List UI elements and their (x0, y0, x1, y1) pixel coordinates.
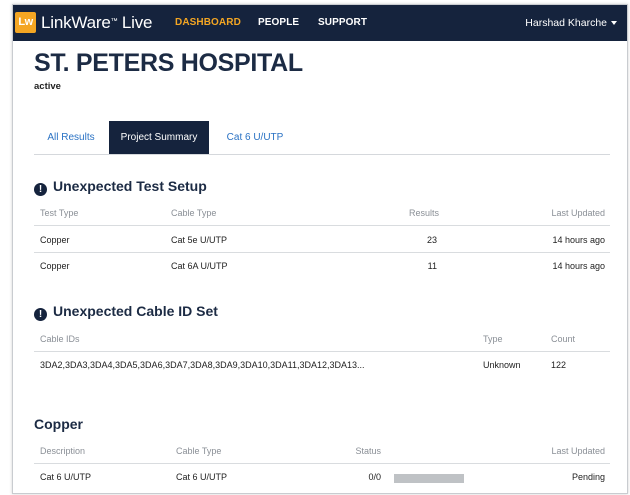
alert-icon: ! (34, 308, 47, 321)
cell-results[interactable]: 11 (393, 261, 437, 271)
user-menu[interactable]: Harshad Kharche (525, 17, 617, 29)
col-cable-ids: Cable IDs (40, 334, 80, 344)
cell-cable-type: Cat 6 U/UTP (176, 472, 228, 482)
cell-test-type: Copper (40, 235, 70, 245)
copper-heading: Copper (34, 416, 83, 432)
col-cable-type: Cable Type (176, 446, 222, 456)
brand-name[interactable]: LinkWare™ Live (41, 12, 153, 34)
cell-last-updated: Pending (571, 472, 605, 482)
row-divider (34, 252, 610, 253)
caret-down-icon (611, 21, 617, 26)
col-type: Type (483, 334, 503, 344)
col-last-updated: Last Updated (551, 208, 605, 218)
linkware-logo-icon[interactable]: Lw (15, 12, 36, 33)
cell-type: Unknown (483, 360, 521, 370)
cell-results[interactable]: 23 (393, 235, 437, 245)
user-name: Harshad Kharche (525, 17, 607, 29)
top-nav-bar: Lw LinkWare™ Live DASHBOARD PEOPLE SUPPO… (13, 5, 627, 41)
page-title: ST. PETERS HOSPITAL (34, 49, 303, 77)
tab-project-summary[interactable]: Project Summary (109, 121, 209, 154)
divider (34, 351, 610, 352)
section-title: Unexpected Test Setup (53, 178, 207, 194)
nav-dashboard[interactable]: DASHBOARD (175, 17, 241, 28)
col-status: Status (355, 446, 381, 456)
col-count: Count (551, 334, 576, 344)
col-results: Results (409, 208, 440, 218)
section-title: Unexpected Cable ID Set (53, 303, 218, 319)
cell-cable-type: Cat 5e U/UTP (171, 235, 228, 245)
nav-support[interactable]: SUPPORT (318, 17, 367, 28)
brand-tm: ™ (110, 18, 118, 25)
cell-cable-ids[interactable]: 3DA2,3DA3,3DA4,3DA5,3DA6,3DA7,3DA8,3DA9,… (40, 360, 365, 370)
tab-all-results[interactable]: All Results (38, 121, 104, 154)
cell-status: 0/0 (368, 472, 381, 482)
cell-last-updated: 14 hours ago (552, 235, 605, 245)
unexpected-test-setup-heading: ! Unexpected Test Setup (34, 178, 207, 196)
divider (34, 225, 610, 226)
unexpected-cable-id-set-heading: ! Unexpected Cable ID Set (34, 303, 218, 321)
brand-text: LinkWare (41, 13, 111, 32)
cell-last-updated: 14 hours ago (552, 261, 605, 271)
app-window: Lw LinkWare™ Live DASHBOARD PEOPLE SUPPO… (12, 4, 628, 494)
cell-count: 122 (551, 360, 567, 370)
brand-suffix: Live (117, 13, 153, 32)
status-progress-bar (394, 474, 464, 483)
col-test-type: Test Type (40, 208, 79, 218)
alert-icon: ! (34, 183, 47, 196)
tab-bar: All Results Project Summary Cat 6 U/UTP (34, 121, 610, 155)
cell-test-type: Copper (40, 261, 70, 271)
col-last-updated: Last Updated (551, 446, 605, 456)
col-cable-type: Cable Type (171, 208, 217, 218)
nav-people[interactable]: PEOPLE (258, 17, 299, 28)
cell-description[interactable]: Cat 6 U/UTP (40, 472, 91, 482)
divider (34, 463, 610, 464)
col-description: Description (40, 446, 86, 456)
project-status: active (34, 81, 61, 92)
cell-cable-type: Cat 6A U/UTP (171, 261, 228, 271)
tab-cat6-uutp[interactable]: Cat 6 U/UTP (220, 121, 290, 154)
